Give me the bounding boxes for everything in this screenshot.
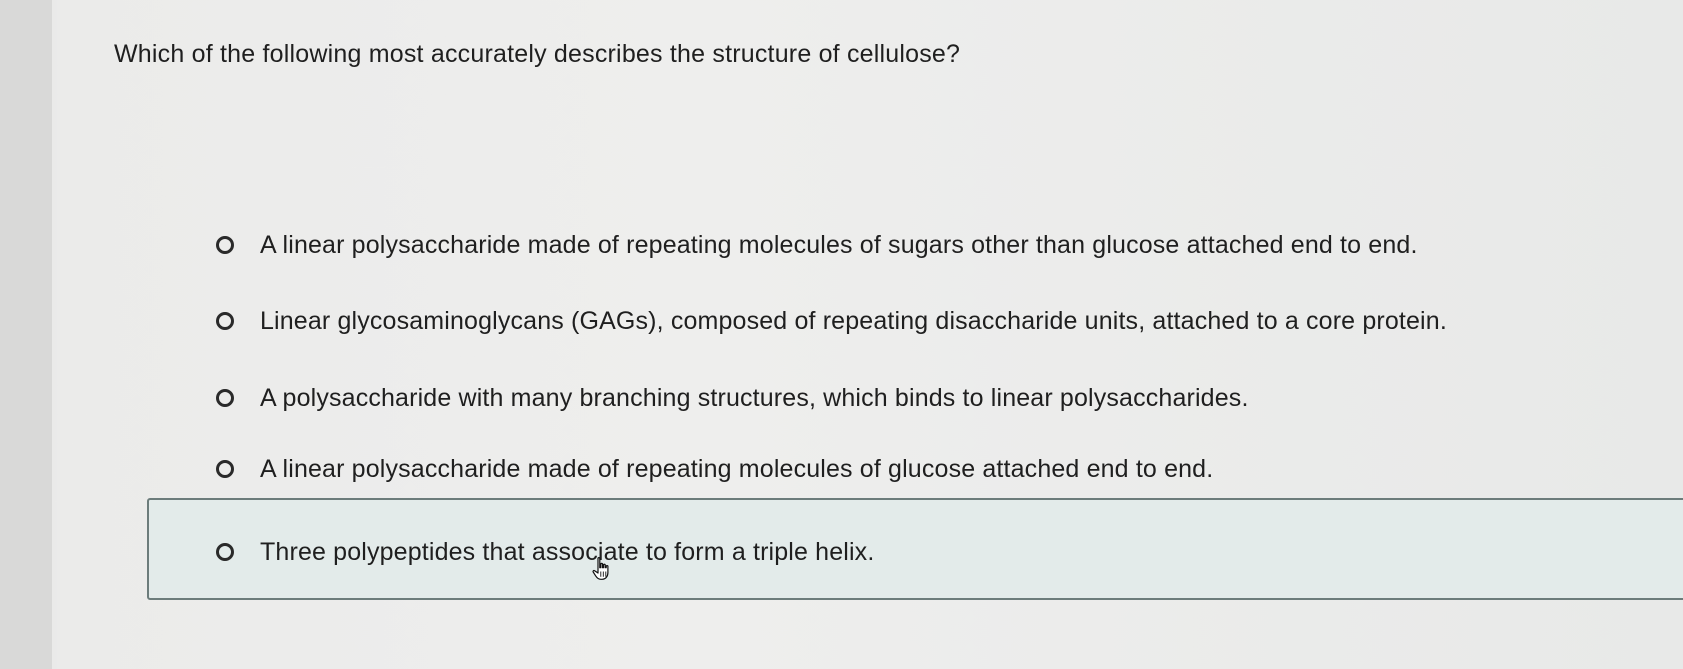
- answer-option-2[interactable]: Linear glycosaminoglycans (GAGs), compos…: [216, 301, 1447, 341]
- answer-option-5[interactable]: Three polypeptides that associate to for…: [216, 532, 874, 572]
- answer-option-label: A polysaccharide with many branching str…: [260, 383, 1249, 412]
- answer-option-label: A linear polysaccharide made of repeatin…: [260, 454, 1214, 483]
- answer-option-label: Linear glycosaminoglycans (GAGs), compos…: [260, 306, 1447, 335]
- radio-button-icon[interactable]: [216, 543, 234, 561]
- radio-button-icon[interactable]: [216, 389, 234, 407]
- radio-button-icon[interactable]: [216, 236, 234, 254]
- answer-option-label: A linear polysaccharide made of repeatin…: [260, 230, 1418, 259]
- answer-option-4[interactable]: A linear polysaccharide made of repeatin…: [216, 449, 1213, 489]
- answer-option-3[interactable]: A polysaccharide with many branching str…: [216, 378, 1249, 418]
- answer-option-label: Three polypeptides that associate to for…: [260, 537, 875, 566]
- radio-button-icon[interactable]: [216, 460, 234, 478]
- answer-options: A linear polysaccharide made of repeatin…: [0, 0, 1683, 669]
- hand-pointer-icon: [592, 557, 609, 580]
- answer-option-1[interactable]: A linear polysaccharide made of repeatin…: [216, 225, 1418, 265]
- radio-button-icon[interactable]: [216, 312, 234, 330]
